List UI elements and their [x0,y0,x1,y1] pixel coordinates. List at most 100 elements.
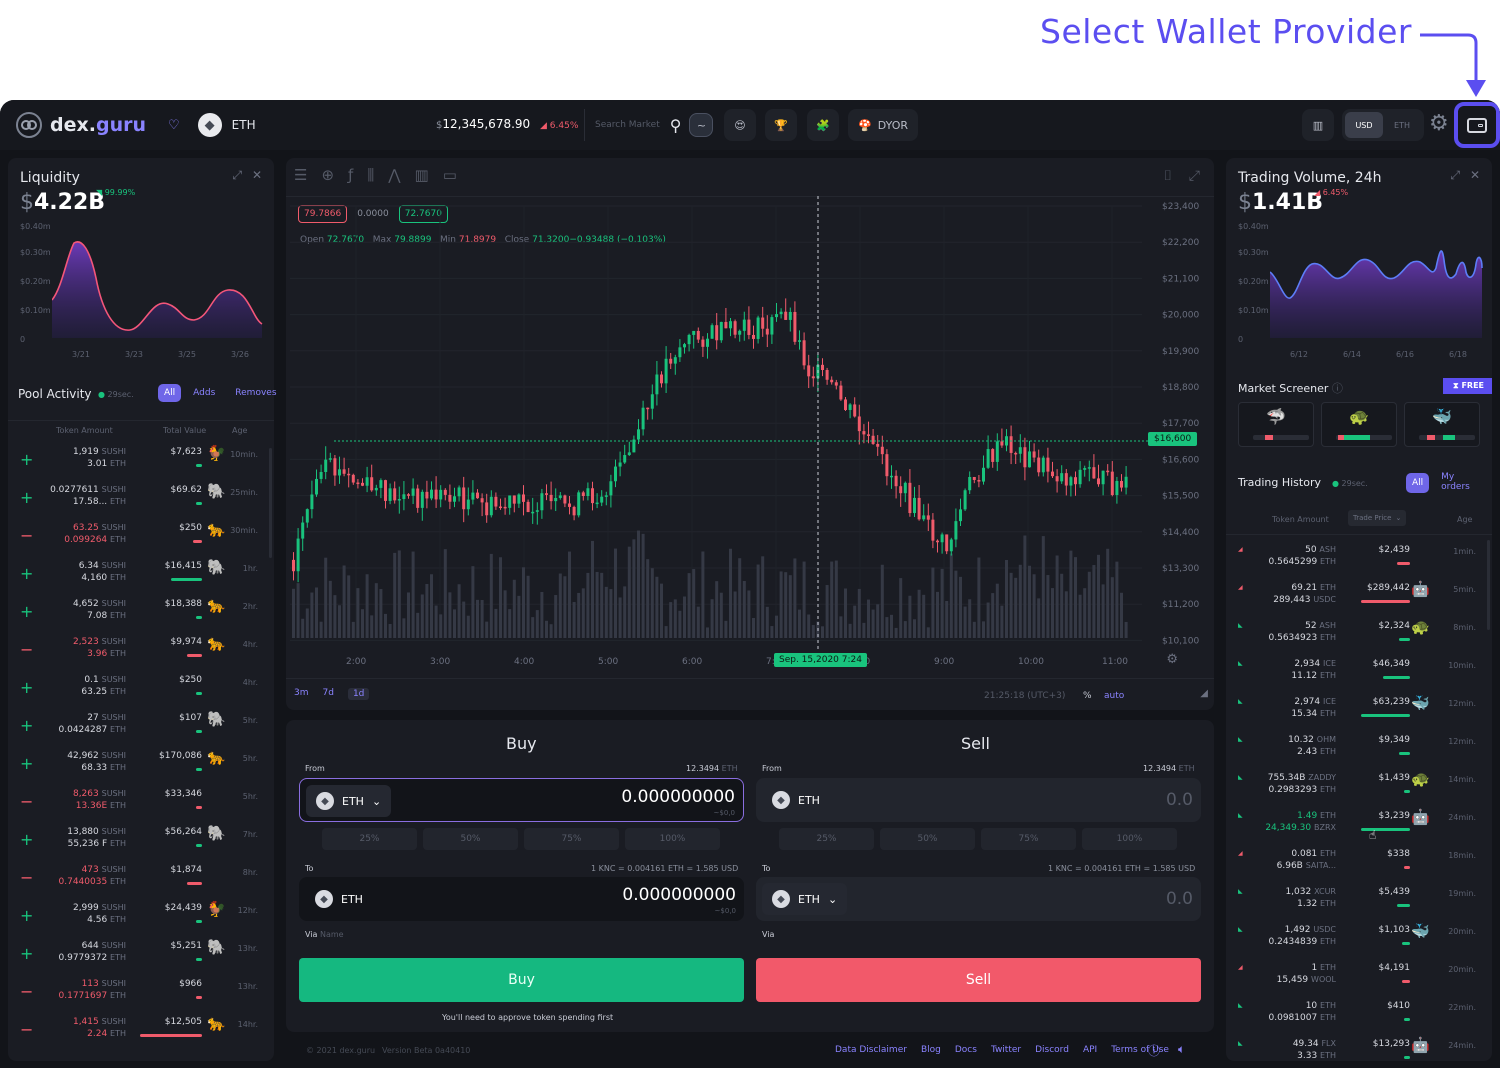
table-row[interactable]: +644 SUSHI 0.9779372 ETH $5,251 🐘 13hr. [8,938,274,976]
table-row[interactable]: +0.1 SUSHI 63.25 ETH $250 4hr. [8,672,274,710]
range-1d[interactable]: 1d [347,688,370,700]
puzzle-button[interactable]: 🧩 [807,109,839,141]
table-row[interactable]: ◢ 0.081 ETH 6.96B SAITA... $338 18min. [1226,846,1492,884]
table-row[interactable]: ◣ 2,934 ICE 11.12 ETH $46,349 10min. [1226,656,1492,694]
wallet-button[interactable] [1454,102,1500,148]
settings-gear-icon[interactable]: ⚙ [1429,111,1449,136]
percent-button[interactable]: 50% [423,828,518,850]
buy-button[interactable]: Buy [299,958,744,1002]
expand-icon[interactable]: ⤢ [1450,168,1460,183]
close-icon[interactable]: ✕ [252,168,262,182]
currency-usd[interactable]: USD [1345,112,1383,138]
footer-link[interactable]: API [1083,1045,1097,1055]
buy-from-input[interactable]: ◆ ETH ⌄ 0.000000000 ~$0,0 [299,778,744,822]
trade-price-dropdown[interactable]: Trade Price ⌄ [1348,510,1407,526]
scrollbar[interactable] [269,448,272,558]
table-row[interactable]: − 1,415 SUSHI 2.24 ETH $12,505 🐆 14hr. [8,1014,274,1052]
trending-emoji-button[interactable]: 😍 [724,109,756,141]
table-row[interactable]: ◣ 755.34B ZADDY 0.2983293 ETH $1,439 🐢 14min. [1226,770,1492,808]
screener-card[interactable]: 🐢 [1321,402,1397,447]
footer-link[interactable]: Data Disclaimer [835,1045,907,1055]
table-row[interactable]: +13,880 SUSHI 55,236 F ETH $56,264 🐘 7hr. [8,824,274,862]
table-row[interactable]: ◣ 1.49 ETH 24,349.30 BZRX $3,239 🤖 24min. [1226,808,1492,846]
footer-link[interactable]: Terms of Use [1111,1045,1169,1055]
table-row[interactable]: +0.0277611 SUSHI 17.58... ETH $69.62 🐘 25min… [8,482,274,520]
close-icon[interactable]: ✕ [1470,168,1480,182]
percent-toggle[interactable]: % [1083,691,1092,701]
table-row[interactable]: ◣ 10.32 OHM 2.43 ETH $9,349 12min. [1226,732,1492,770]
sell-from-token[interactable]: ◆ ETH [762,784,830,816]
screener-card[interactable]: 🦈 [1238,402,1314,447]
table-row[interactable]: − 473 SUSHI 0.7440035 ETH $1,874 8hr. [8,862,274,900]
table-row[interactable]: +2,999 SUSHI 4.56 ETH $24,439 🐓 12hr. [8,900,274,938]
footer-link[interactable]: Discord [1035,1045,1069,1055]
wave-button[interactable]: ~ [689,113,714,137]
history-filter-my-orders[interactable]: My orders [1433,472,1492,492]
buy-to-amount[interactable]: 0.000000000 [622,885,736,905]
table-row[interactable]: − 63.25 SUSHI 0.099264 ETH $250 🐆 30min. [8,520,274,558]
sell-from-input[interactable]: ◆ ETH 0.0 [756,778,1201,822]
sound-icon[interactable]: 🔈︎ [1178,1042,1185,1057]
favorites-icon[interactable]: ♡ [168,118,180,133]
search-input[interactable]: Search Market [595,120,660,130]
candlestick-chart[interactable]: $23,400 $22,200 $21,100 $20,000 $19,900 $18,8… [286,158,1214,678]
table-row[interactable]: +4,652 SUSHI 7.08 ETH $18,388 🐆 2hr. [8,596,274,634]
currency-toggle[interactable]: USD ETH [1342,109,1424,141]
percent-button[interactable]: 100% [625,828,720,850]
table-row[interactable]: ◣ 1,032 XCUR 1.32 ETH $5,439 19min. [1226,884,1492,922]
table-row[interactable]: ◣ 49.34 FLX 3.33 ETH $13,293 🤖 24min. [1226,1036,1492,1061]
table-row[interactable]: +27 SUSHI 0.0424287 ETH $107 🐘 5hr. [8,710,274,748]
buy-to-token[interactable]: ◆ ETH [305,883,373,915]
resize-handle-icon[interactable]: ◢ [1200,688,1208,699]
network-selector[interactable]: ◆ ETH [197,113,256,137]
table-row[interactable]: ◣ 52 ASH 0.5634923 ETH $2,324 🐢 8min. [1226,618,1492,656]
search-box[interactable]: Search Market ⚲ ~ [584,109,714,141]
footer-link[interactable]: Twitter [991,1045,1021,1055]
percent-button[interactable]: 25% [779,828,874,850]
buy-from-token-select[interactable]: ◆ ETH ⌄ [306,785,392,817]
history-filter-all[interactable]: All [1406,473,1430,493]
dyor-button[interactable]: 🍄 DYOR [848,109,918,141]
table-row[interactable]: − 113 SUSHI 0.1771697 ETH $966 13hr. [8,976,274,1014]
sell-to-input[interactable]: ◆ ETH ⌄ 0.0 [756,877,1201,921]
sell-button[interactable]: Sell [756,958,1201,1002]
filter-all[interactable]: All [158,384,182,402]
table-row[interactable]: ◢ 1 ETH 15,459 WOOL $4,191 20min. [1226,960,1492,998]
sell-to-token-select[interactable]: ◆ ETH ⌄ [762,883,848,915]
percent-button[interactable]: 75% [981,828,1076,850]
table-row[interactable]: ◣ 2,974 ICE 15.34 ETH $63,239 🐳 12min. [1226,694,1492,732]
table-row[interactable]: +1,919 SUSHI 3.01 ETH $7,623 🐓 10min. [8,444,274,482]
auto-scale-toggle[interactable]: auto [1104,691,1124,701]
table-row[interactable]: − 2,523 SUSHI 3.96 ETH $9,974 🐆 4hr. [8,634,274,672]
currency-eth[interactable]: ETH [1383,121,1421,130]
percent-button[interactable]: 100% [1082,828,1177,850]
footer-link[interactable]: Docs [955,1045,977,1055]
buy-from-amount[interactable]: 0.000000000 [621,787,735,807]
table-row[interactable]: ◢ 69.21 ETH 289,443 USDC $289,442 🤖 5min. [1226,580,1492,618]
table-row[interactable]: +42,962 SUSHI 68.33 ETH $170,086 🐆 5hr. [8,748,274,786]
scrollbar[interactable] [1487,540,1490,630]
search-icon[interactable]: ⚲ [670,116,682,135]
percent-button[interactable]: 25% [322,828,417,850]
sell-from-amount[interactable]: 0.0 [1166,790,1193,810]
screener-card[interactable]: 🐳 [1404,402,1480,447]
range-7d[interactable]: 7d [323,688,334,700]
trophy-button[interactable]: 🏆 [765,109,797,141]
range-3m[interactable]: 3m [294,688,309,700]
sell-to-amount[interactable]: 0.0 [1166,889,1193,909]
table-row[interactable]: − 8,263 SUSHI 13.36E ETH $33,346 5hr. [8,786,274,824]
table-row[interactable]: ◢ 50 ASH 0.5645299 ETH $2,439 1min. [1226,542,1492,580]
buy-to-input[interactable]: ◆ ETH 0.000000000 ~$0,0 [299,877,744,921]
info-icon[interactable]: ⓘ [1332,382,1343,395]
filter-removes[interactable]: Removes [227,384,284,402]
chart-settings-gear-icon[interactable]: ⚙ [1166,652,1178,667]
free-badge[interactable]: ⧗ FREE [1443,378,1492,394]
percent-button[interactable]: 50% [880,828,975,850]
layout-columns-button[interactable]: ▥ [1302,109,1334,141]
percent-button[interactable]: 75% [524,828,619,850]
footer-link[interactable]: Blog [921,1045,941,1055]
expand-icon[interactable]: ⤢ [232,168,242,183]
table-row[interactable]: +6.34 SUSHI 4,160 ETH $16,415 🐘 1hr. [8,558,274,596]
logo[interactable]: dex.guru [16,112,146,138]
filter-adds[interactable]: Adds [185,384,223,402]
